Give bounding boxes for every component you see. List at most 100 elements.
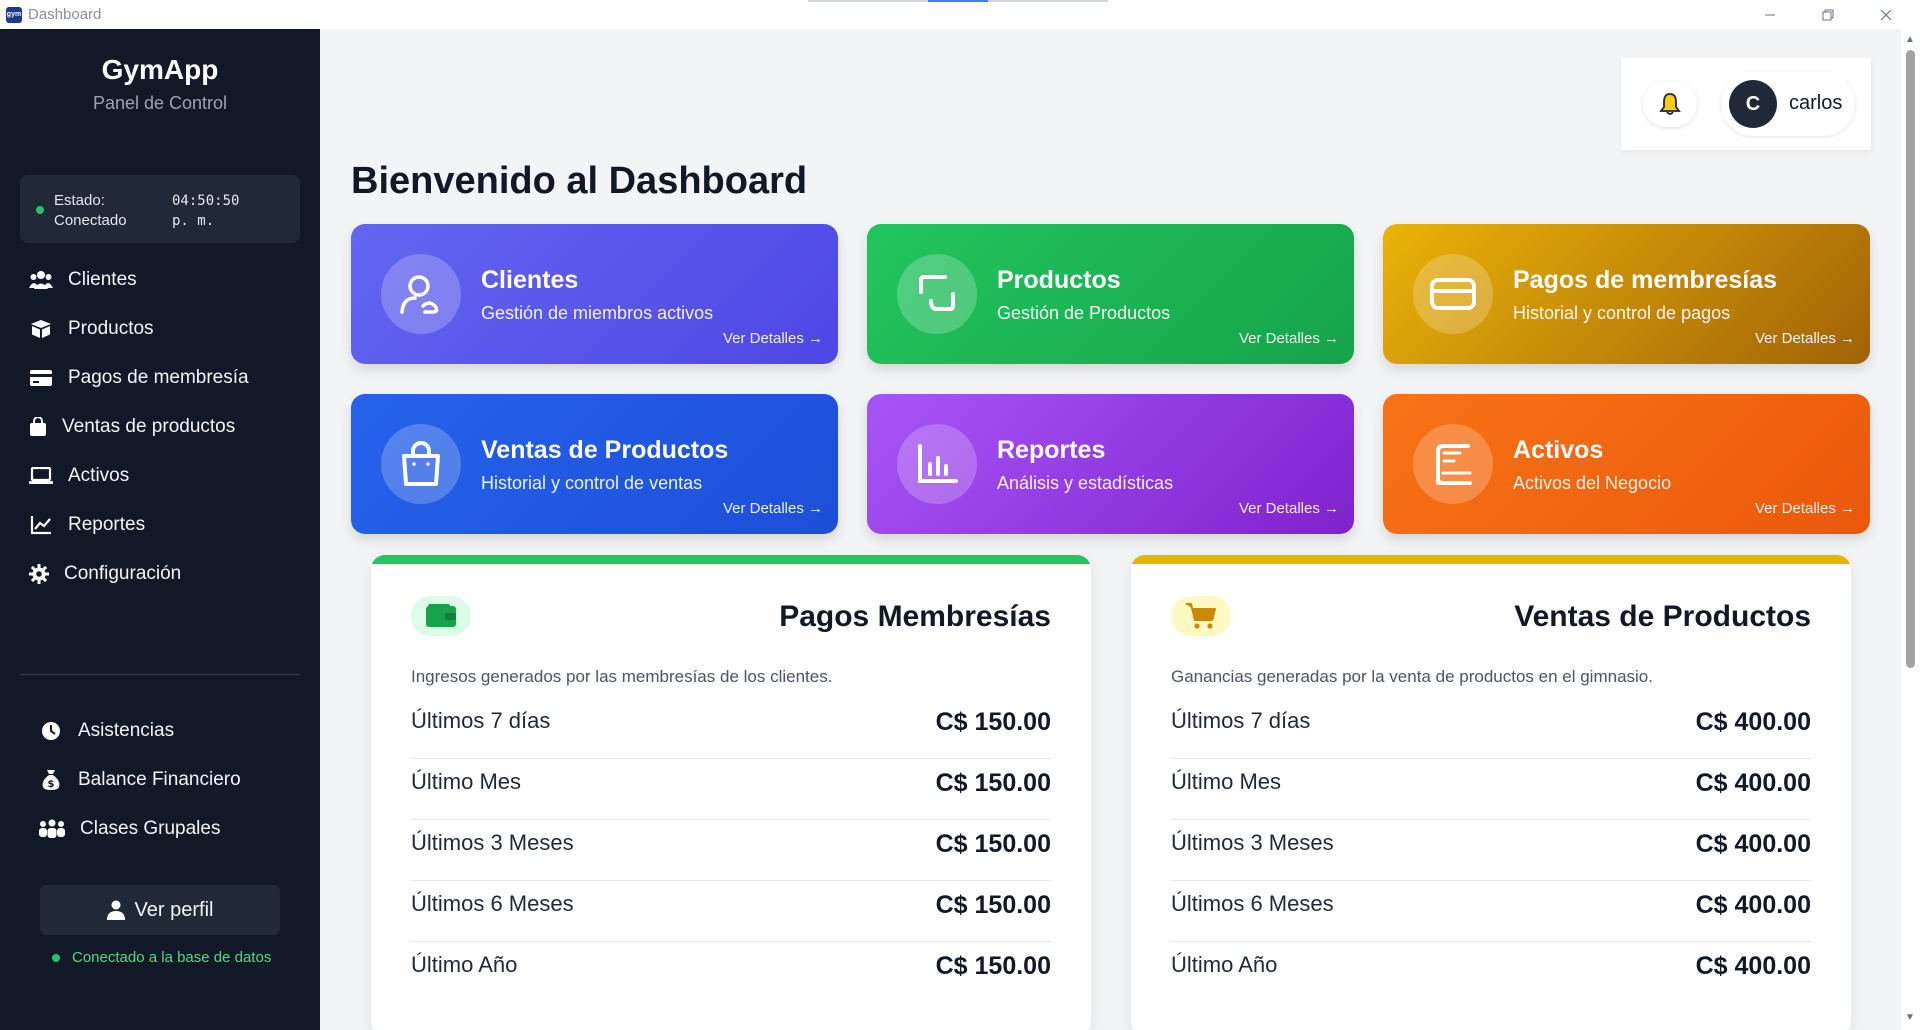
sidebar-item-reportes[interactable]: Reportes — [28, 505, 145, 545]
table-row: Últimos 6 Meses C$ 400.00 — [1171, 881, 1811, 942]
table-row: Últimos 3 Meses C$ 400.00 — [1171, 820, 1811, 881]
sidebar-item-activos[interactable]: Activos — [28, 456, 129, 496]
card-subtitle: Activos del Negocio — [1513, 473, 1672, 493]
row-value: C$ 400.00 — [1695, 830, 1811, 858]
row-label: Últimos 3 Meses — [411, 830, 574, 855]
sidebar-item-label: Asistencias — [78, 720, 175, 741]
sidebar-item-label: Balance Financiero — [78, 769, 241, 790]
db-status-text: Conectado a la base de datos — [72, 949, 272, 966]
sidebar-item-balance[interactable]: $ Balance Financiero — [38, 760, 241, 800]
card-icon-circle — [897, 424, 977, 504]
clock-icon — [38, 720, 64, 742]
status-label-line2: Conectado — [54, 212, 127, 229]
users-icon — [28, 269, 54, 291]
card-productos[interactable]: Productos Gestión de Productos Ver Detal… — [867, 224, 1354, 364]
card-clientes[interactable]: Clientes Gestión de miembros activos Ver… — [351, 224, 838, 364]
scroll-down-arrow-icon[interactable]: ▼ — [1905, 1012, 1915, 1023]
table-row: Últimos 7 días C$ 150.00 — [411, 698, 1051, 759]
sidebar-item-productos[interactable]: Productos — [28, 309, 154, 349]
view-profile-button[interactable]: Ver perfil — [40, 885, 280, 935]
row-value: C$ 150.00 — [935, 830, 1051, 858]
table-row: Últimos 6 Meses C$ 150.00 — [411, 881, 1051, 942]
status-clock: 04:50:50 p. m. — [172, 191, 292, 231]
user-name: carlos — [1789, 92, 1843, 114]
row-value: C$ 150.00 — [935, 891, 1051, 919]
svg-text:$: $ — [48, 779, 55, 790]
notifications-button[interactable] — [1643, 81, 1697, 127]
row-label: Último Año — [1171, 952, 1278, 977]
sidebar-item-asistencias[interactable]: Asistencias — [38, 711, 174, 751]
card-activos[interactable]: Activos Activos del Negocio Ver Detalles… — [1383, 394, 1870, 534]
card-title: Pagos de membresías — [1513, 266, 1778, 294]
status-label-line1: Estado: — [54, 192, 105, 209]
sidebar-item-configuracion[interactable]: Configuración — [28, 554, 181, 594]
sidebar-item-ventas[interactable]: Ventas de productos — [28, 407, 235, 447]
db-status: Conectado a la base de datos — [52, 949, 271, 966]
sidebar-item-label: Reportes — [68, 514, 146, 535]
view-profile-label: Ver perfil — [134, 898, 214, 921]
row-value: C$ 150.00 — [935, 769, 1051, 797]
brand-subtitle: Panel de Control — [92, 93, 228, 113]
restore-icon — [1822, 9, 1834, 20]
minimize-button[interactable] — [1741, 0, 1799, 29]
panel-icon-badge — [1171, 596, 1231, 636]
panel-ventas-productos: Ventas de Productos Ganancias generadas … — [1131, 555, 1851, 1030]
group-icon — [38, 818, 66, 840]
user-header: C carlos — [1621, 58, 1871, 150]
card-icon-circle — [381, 254, 461, 334]
table-row: Últimos 7 días C$ 400.00 — [1171, 698, 1811, 759]
row-label: Últimos 7 días — [1171, 708, 1311, 733]
cart-icon — [1186, 603, 1216, 629]
panel-description: Ganancias generadas por la venta de prod… — [1171, 667, 1653, 686]
user-menu[interactable]: C carlos — [1721, 72, 1855, 136]
close-button[interactable] — [1857, 0, 1915, 29]
scrollbar-thumb[interactable] — [1906, 50, 1915, 668]
sidebar-divider — [20, 674, 300, 675]
row-label: Último Mes — [411, 769, 522, 794]
avatar: C — [1729, 80, 1777, 128]
brand-title: GymApp — [101, 54, 219, 85]
wallet-icon — [426, 604, 456, 627]
card-details-link[interactable]: Ver Detalles → — [1239, 330, 1339, 347]
card-details-link[interactable]: Ver Detalles → — [1755, 500, 1855, 517]
close-icon — [1880, 9, 1892, 20]
sidebar-item-label: Clases Grupales — [80, 818, 221, 839]
panel-description: Ingresos generados por las membresías de… — [411, 667, 833, 686]
restore-button[interactable] — [1799, 0, 1857, 29]
card-pagos[interactable]: Pagos de membresías Historial y control … — [1383, 224, 1870, 364]
page-title: Bienvenido al Dashboard — [351, 160, 808, 202]
sidebar-item-clases[interactable]: Clases Grupales — [38, 809, 220, 849]
sidebar-item-label: Ventas de productos — [62, 416, 236, 437]
status-dot-icon — [36, 206, 44, 214]
table-row: Último Mes C$ 400.00 — [1171, 759, 1811, 820]
shopping-bag-icon — [402, 441, 440, 486]
db-status-dot-icon — [52, 953, 60, 962]
card-title: Ventas de Productos — [481, 436, 729, 464]
card-details-link[interactable]: Ver Detalles → — [1239, 500, 1339, 517]
row-label: Últimos 6 Meses — [1171, 891, 1334, 916]
panel-pagos-membresias: Pagos Membresías Ingresos generados por … — [371, 555, 1091, 1030]
card-subtitle: Gestión de miembros activos — [481, 303, 714, 323]
box-icon — [28, 318, 54, 340]
assets-icon — [1436, 444, 1472, 485]
laptop-icon — [28, 465, 54, 487]
card-title: Clientes — [481, 266, 579, 294]
sidebar-item-clientes[interactable]: Clientes — [28, 260, 137, 300]
card-details-link[interactable]: Ver Detalles → — [723, 330, 823, 347]
card-title: Activos — [1513, 436, 1604, 464]
minimize-icon — [1765, 14, 1775, 15]
tab-indicator — [988, 0, 1108, 2]
users-icon — [400, 275, 439, 314]
money-bag-icon: $ — [38, 769, 64, 791]
card-details-link[interactable]: Ver Detalles → — [723, 500, 823, 517]
sidebar-item-pagos[interactable]: Pagos de membresía — [28, 358, 249, 398]
chart-line-icon — [28, 514, 54, 536]
card-reportes[interactable]: Reportes Análisis y estadísticas Ver Det… — [867, 394, 1354, 534]
tab-indicator-active — [928, 0, 988, 2]
scroll-up-arrow-icon[interactable]: ▲ — [1905, 34, 1915, 45]
card-details-link[interactable]: Ver Detalles → — [1755, 330, 1855, 347]
user-icon — [106, 900, 125, 920]
clock-time: 04:50:50 — [172, 193, 240, 209]
card-ventas[interactable]: Ventas de Productos Historial y control … — [351, 394, 838, 534]
app-icon: gym — [6, 6, 22, 23]
